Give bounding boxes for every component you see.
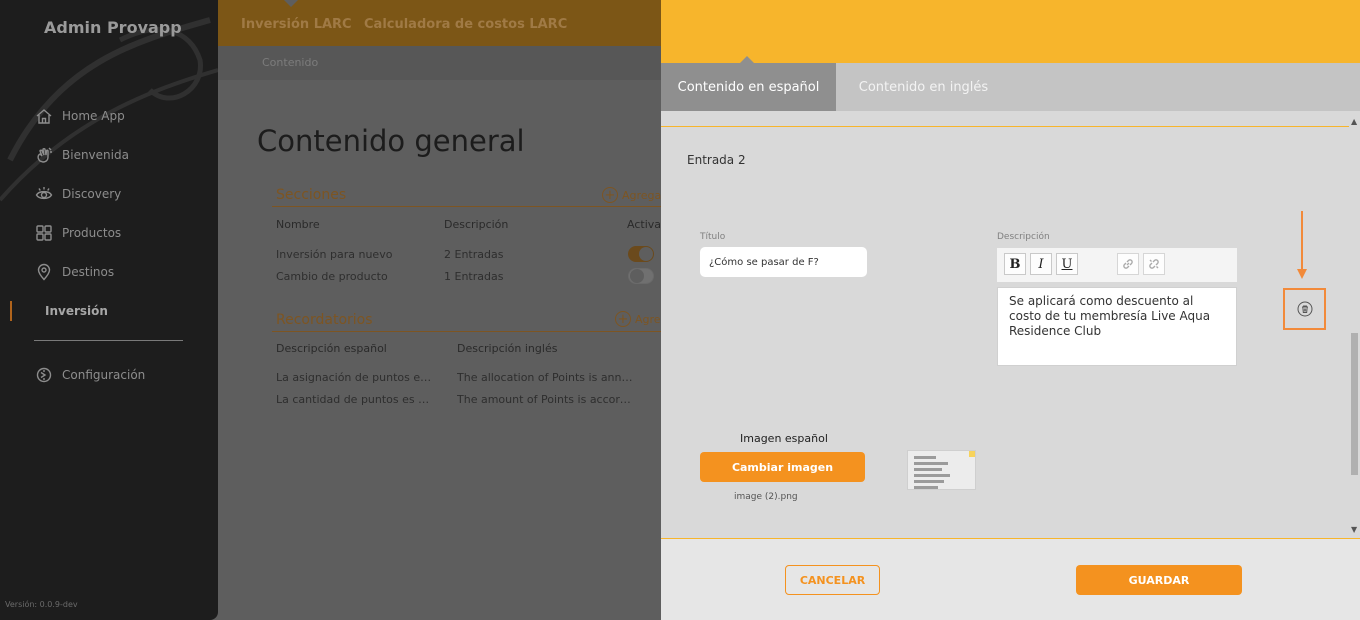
rich-text-toolbar: B I U [997,248,1237,282]
image-file-name: image (2).png [734,492,798,502]
link-button[interactable] [1117,253,1139,275]
image-field-label: Imagen español [740,432,828,445]
save-button[interactable]: GUARDAR [1076,565,1242,595]
sidebar-item-inversion[interactable]: Inversión [0,291,218,330]
table-row-name[interactable]: Inversión para nuevo [276,248,392,261]
entry-title: Entrada 2 [687,153,746,167]
add-section-label: Agregar [622,188,661,202]
bold-button[interactable]: B [1004,253,1026,275]
sidebar-item-label: Discovery [62,186,122,201]
add-section-button[interactable]: + Agregar [602,187,661,203]
column-header-activar: Activar [627,218,661,231]
table-row-description-en: The amount of Points is according to [457,393,637,406]
italic-button[interactable]: I [1030,253,1052,275]
eye-icon [34,184,54,204]
sidebar-item-label: Configuración [62,367,146,382]
annotation-arrow-icon [1297,211,1307,279]
sidebar-nav: Home App Bienvenida Discovery Productos … [0,96,218,394]
sidebar-item-productos[interactable]: Productos [0,213,218,252]
scroll-up-icon[interactable]: ▲ [1351,117,1357,126]
tab-inversion-larc[interactable]: Inversión LARC [241,17,352,32]
link-icon [1123,259,1133,269]
top-navigation: Inversión LARC Calculadora de costos LAR… [218,0,661,46]
change-image-button[interactable]: Cambiar imagen [700,452,865,482]
breadcrumb: Contenido [218,46,661,80]
title-input[interactable] [700,247,867,277]
tab-calculadora-costos[interactable]: Calculadora de costos LARC [364,17,567,32]
delete-entry-button[interactable] [1283,288,1326,330]
modal-header [661,0,1360,63]
location-pin-icon [34,262,54,282]
sidebar-divider [34,340,183,341]
active-toggle[interactable] [628,268,654,284]
modal-footer: CANCELAR GUARDAR [661,539,1360,620]
modal-scrollbar[interactable]: ▲ ▼ [1349,111,1360,538]
sections-title: Secciones [276,187,347,203]
main-content: Contenido general Secciones + Agregar No… [218,80,661,620]
column-header-descripcion-en: Descripción inglés [457,342,558,355]
settings-icon [34,365,54,385]
column-header-descripcion: Descripción [444,218,509,231]
brand-title: Admin Provapp [44,18,182,37]
image-thumbnail [907,450,976,490]
table-row-description-en: The allocation of Points is annual and [457,371,637,384]
scrollbar-thumb[interactable] [1351,333,1358,475]
reminders-divider [272,331,661,332]
column-header-nombre: Nombre [276,218,320,231]
unlink-icon [1149,259,1159,269]
title-field-label: Título [700,232,726,242]
sidebar-item-destinos[interactable]: Destinos [0,252,218,291]
sidebar-item-label: Productos [62,225,122,240]
sidebar-item-bienvenida[interactable]: Bienvenida [0,135,218,174]
sidebar-item-label: Inversión [45,303,108,318]
active-toggle[interactable] [628,246,654,262]
home-icon [34,106,54,126]
tab-label: Contenido en español [677,79,820,95]
sidebar-item-label: Destinos [62,264,115,279]
grid-icon [34,223,54,243]
unlink-button[interactable] [1143,253,1165,275]
active-tab-pointer [740,56,754,63]
tab-contenido-ingles[interactable]: Contenido en inglés [836,63,1011,111]
table-row-description-es[interactable]: La cantidad de puntos es de acuerdo [276,393,436,406]
body-divider [661,126,1351,127]
description-editor[interactable]: Se aplicará como descuento al costo de t… [997,287,1237,366]
table-row-description-es[interactable]: La asignación de puntos es anual [276,371,436,384]
sidebar-item-configuracion[interactable]: Configuración [0,355,218,394]
sections-divider [272,206,661,207]
page-title: Contenido general [257,124,525,158]
plus-circle-icon: + [615,311,631,327]
tab-label: Contenido en inglés [858,79,989,95]
description-field-label: Descripción [997,232,1050,242]
active-tab-caret [284,0,298,7]
edit-content-modal: Contenido en español Contenido en inglés… [661,0,1360,620]
add-reminder-label: Agregar [635,312,661,326]
table-row-description: 1 Entradas [444,270,504,283]
scroll-down-icon[interactable]: ▼ [1351,525,1357,534]
modal-body: Entrada 2 Título Descripción B I U Se ap… [661,111,1360,538]
column-header-descripcion-es: Descripción español [276,342,387,355]
waving-hand-icon [34,145,54,165]
sidebar-item-label: Bienvenida [62,147,129,162]
sidebar-item-home-app[interactable]: Home App [0,96,218,135]
sidebar-item-label: Home App [62,108,125,123]
cancel-button[interactable]: CANCELAR [785,565,880,595]
add-reminder-button[interactable]: + Agregar [615,311,661,327]
underline-button[interactable]: U [1056,253,1078,275]
table-row-description: 2 Entradas [444,248,504,261]
breadcrumb-item[interactable]: Contenido [262,56,318,69]
sidebar-item-discovery[interactable]: Discovery [0,174,218,213]
version-label: Versión: 0.0.9-dev [5,600,78,609]
tab-contenido-espanol[interactable]: Contenido en español [661,56,836,111]
reminders-title: Recordatorios [276,312,373,328]
plus-circle-icon: + [602,187,618,203]
trash-icon [1297,301,1312,317]
sidebar: Admin Provapp Home App Bienvenida Discov… [0,0,218,620]
language-tabs: Contenido en español Contenido en inglés [661,56,1360,111]
table-row-name[interactable]: Cambio de producto [276,270,388,283]
